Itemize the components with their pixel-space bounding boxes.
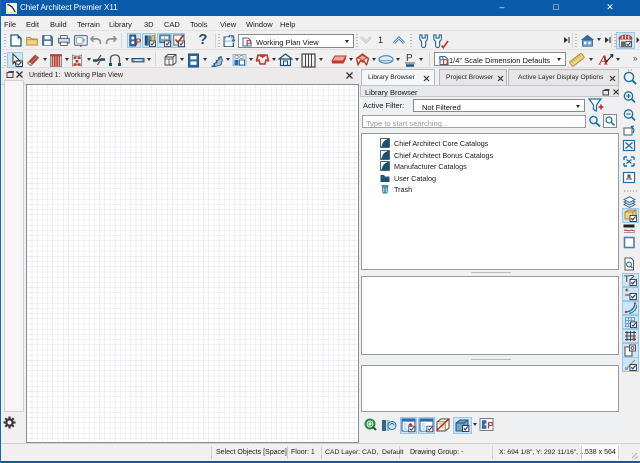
svg-text:D: D (443, 57, 449, 65)
svg-text:P: P (246, 39, 252, 47)
svg-text:P: P (135, 37, 141, 47)
svg-text:P: P (487, 421, 494, 432)
svg-text:P: P (406, 53, 413, 64)
svg-text:T: T (624, 274, 630, 284)
